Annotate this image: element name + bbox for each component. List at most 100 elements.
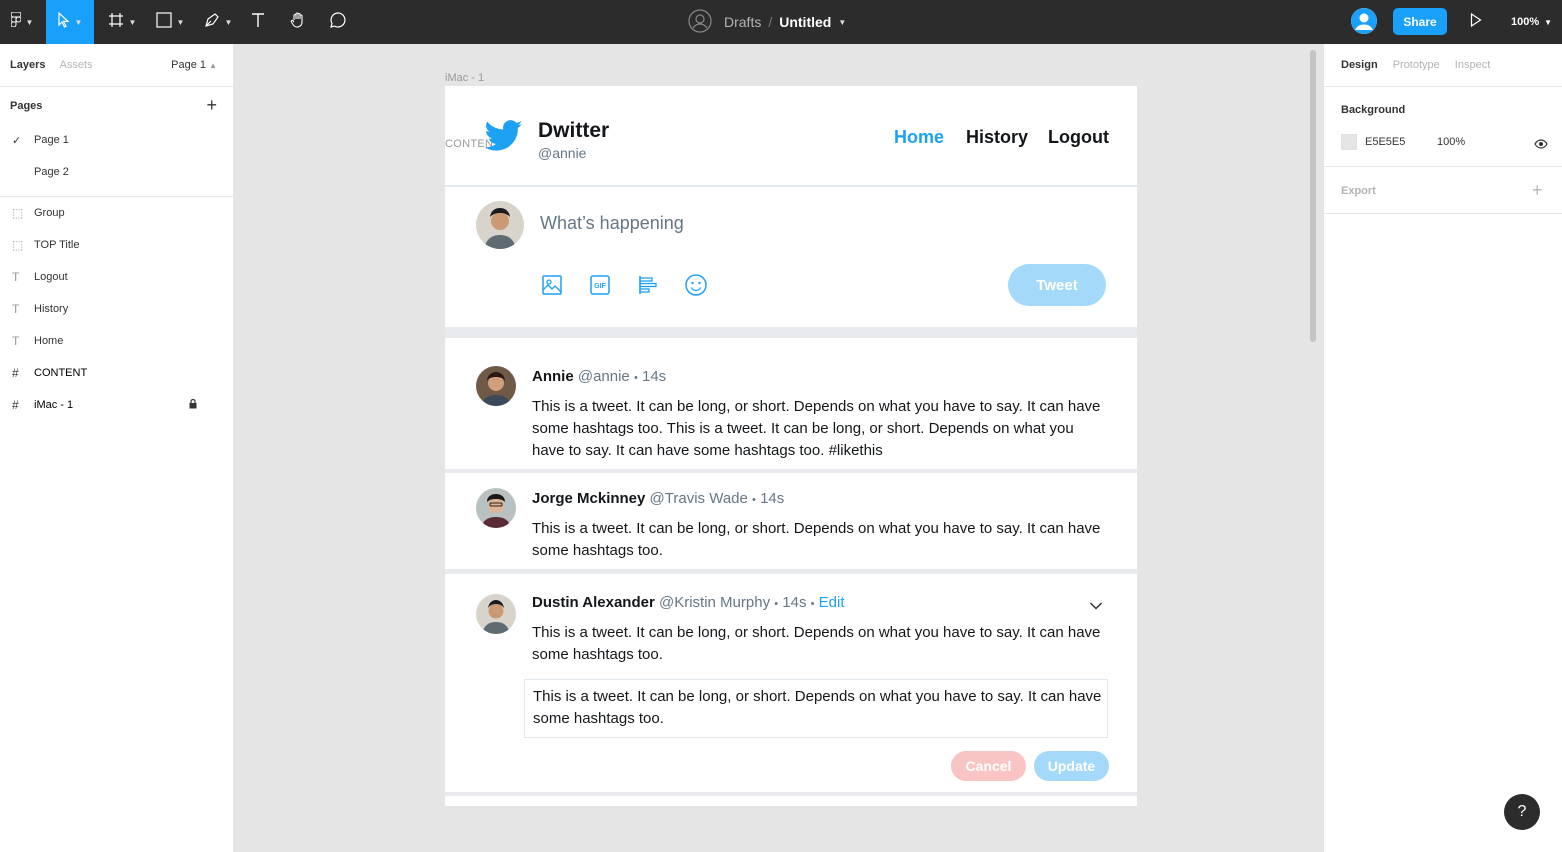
avatar [476,594,516,634]
tweet-time: 14s [782,594,807,611]
lock-icon[interactable] [189,398,197,411]
background-hex-input[interactable]: E5E5E5 [1365,136,1405,148]
frame-tool-button[interactable]: ▼ [104,0,140,44]
edit-link[interactable]: Edit [819,594,845,611]
tweet-author-name[interactable]: Dustin Alexander [532,594,655,611]
tab-inspect[interactable]: Inspect [1455,59,1490,71]
present-button[interactable] [1464,0,1488,44]
tab-layers[interactable]: Layers [10,59,45,71]
toolbar: ▼ ▼ ▼ ▼ ▼ Drafts / Untitled ▼ Share 100%… [0,0,1562,44]
comment-tool-button[interactable] [324,0,352,44]
layer-label: TOP Title [34,239,80,251]
page-item-1[interactable]: ✓ Page 1 [0,124,233,156]
eye-icon[interactable] [1534,136,1548,154]
hand-tool-button[interactable] [284,0,312,44]
nav-logout[interactable]: Logout [1048,127,1109,148]
add-page-icon[interactable]: + [206,95,217,116]
canvas[interactable]: iMac - 1 CONTENT Dwitter @annie Home His… [234,44,1323,852]
edit-tweet-value: This is a tweet. It can be long, or shor… [533,688,1102,727]
divider [1324,86,1562,87]
tweet-author-name[interactable]: Annie [532,368,574,385]
chevron-up-icon: ▲ [209,61,217,70]
pen-icon [204,12,220,33]
layer-item-imac[interactable]: # iMac - 1 [0,389,233,421]
move-tool-button[interactable]: ▼ [46,0,94,44]
chevron-down-icon[interactable] [1089,598,1103,616]
figma-menu-button[interactable]: ▼ [0,0,44,44]
tweet-item-editing[interactable]: Dustin Alexander @Kristin Murphy • 14s •… [445,574,1137,792]
layer-item-home[interactable]: T Home [0,325,233,357]
zoom-menu[interactable]: 100% ▼ [1511,0,1552,44]
layer-list: ⬚ Group ⬚ TOP Title T Logout T History T… [0,196,233,421]
frame-icon: # [12,366,19,380]
share-button[interactable]: Share [1393,8,1447,35]
divider [1324,213,1562,214]
brand-handle: @annie [538,145,587,161]
imac-frame[interactable]: CONTENT Dwitter @annie Home History Logo… [445,86,1137,806]
gif-icon[interactable]: GIF [588,273,612,297]
tweet-author-name[interactable]: Jorge Mckinney [532,490,645,507]
brand-name: Dwitter [538,119,610,142]
drafts-link[interactable]: Drafts [724,14,761,30]
tweet-item[interactable] [445,796,1137,806]
nav-home[interactable]: Home [894,127,944,148]
cancel-button[interactable]: Cancel [951,751,1026,781]
background-color-swatch[interactable] [1341,134,1357,150]
user-avatar[interactable] [1351,8,1377,34]
layer-label: Group [34,207,65,219]
page-selector[interactable]: Page 1 ▲ [171,59,217,71]
emoji-icon[interactable] [684,273,708,297]
edit-tweet-textarea[interactable]: This is a tweet. It can be long, or shor… [524,679,1108,738]
tab-design[interactable]: Design [1341,59,1378,71]
tab-prototype[interactable]: Prototype [1393,59,1440,71]
layer-label: iMac - 1 [34,399,74,411]
text-tool-button[interactable] [244,0,272,44]
help-button[interactable]: ? [1504,794,1540,830]
chevron-down-icon[interactable]: ▼ [838,18,846,27]
layers-panel: Layers Assets Page 1 ▲ Pages + ✓ Page 1 … [0,44,234,852]
layer-item-content[interactable]: # CONTENT [0,357,233,389]
layer-item-top-title[interactable]: ⬚ TOP Title [0,229,233,261]
tweet-item[interactable]: Jorge Mckinney @Travis Wade • 14s This i… [445,473,1137,569]
layer-item-history[interactable]: T History [0,293,233,325]
chevron-down-icon: ▼ [176,17,185,27]
image-icon[interactable] [540,273,564,297]
comment-icon [329,11,347,34]
tab-assets[interactable]: Assets [59,59,92,71]
tweet-input[interactable]: What’s happening [540,213,684,234]
chevron-down-icon: ▼ [74,17,83,27]
update-button[interactable]: Update [1034,751,1109,781]
chevron-down-icon: ▼ [25,17,34,27]
nav-history[interactable]: History [966,127,1028,148]
tweet-author-handle: @Travis Wade [649,490,748,507]
frame-label[interactable]: iMac - 1 [445,72,484,84]
background-title: Background [1341,104,1406,116]
text-layer-icon: T [12,334,20,348]
team-avatar-icon [688,8,712,36]
tweet-header: Dustin Alexander @Kristin Murphy • 14s •… [532,594,845,611]
app-header: CONTENT Dwitter @annie Home History Logo… [445,86,1137,186]
design-panel: Design Prototype Inspect Background E5E5… [1323,44,1562,852]
page-item-2[interactable]: Page 2 [0,156,233,188]
dot-separator: • [752,494,756,506]
text-layer-icon: T [12,270,20,284]
document-title[interactable]: Untitled [779,14,831,30]
add-export-icon[interactable]: + [1532,180,1543,201]
background-opacity-input[interactable]: 100% [1437,136,1465,148]
layer-item-logout[interactable]: T Logout [0,261,233,293]
user-icon [1351,8,1377,34]
shape-tool-button[interactable]: ▼ [150,0,190,44]
tweet-header: Annie @annie • 14s [532,368,666,385]
tweet-item[interactable]: Annie @annie • 14s This is a tweet. It c… [445,338,1137,469]
tweet-text: This is a tweet. It can be long, or shor… [532,520,1101,559]
canvas-scrollbar[interactable] [1310,50,1316,342]
pen-tool-button[interactable]: ▼ [198,0,238,44]
text-layer-icon: T [12,302,20,316]
bird-logo-icon [484,120,523,157]
tweet-time: 14s [760,490,785,507]
poll-icon[interactable] [636,273,660,297]
layer-item-group[interactable]: ⬚ Group [0,197,233,229]
tweet-text: This is a tweet. It can be long, or shor… [532,398,1101,459]
file-breadcrumb: Drafts / Untitled ▼ [688,0,846,44]
tweet-button[interactable]: Tweet [1008,264,1106,306]
